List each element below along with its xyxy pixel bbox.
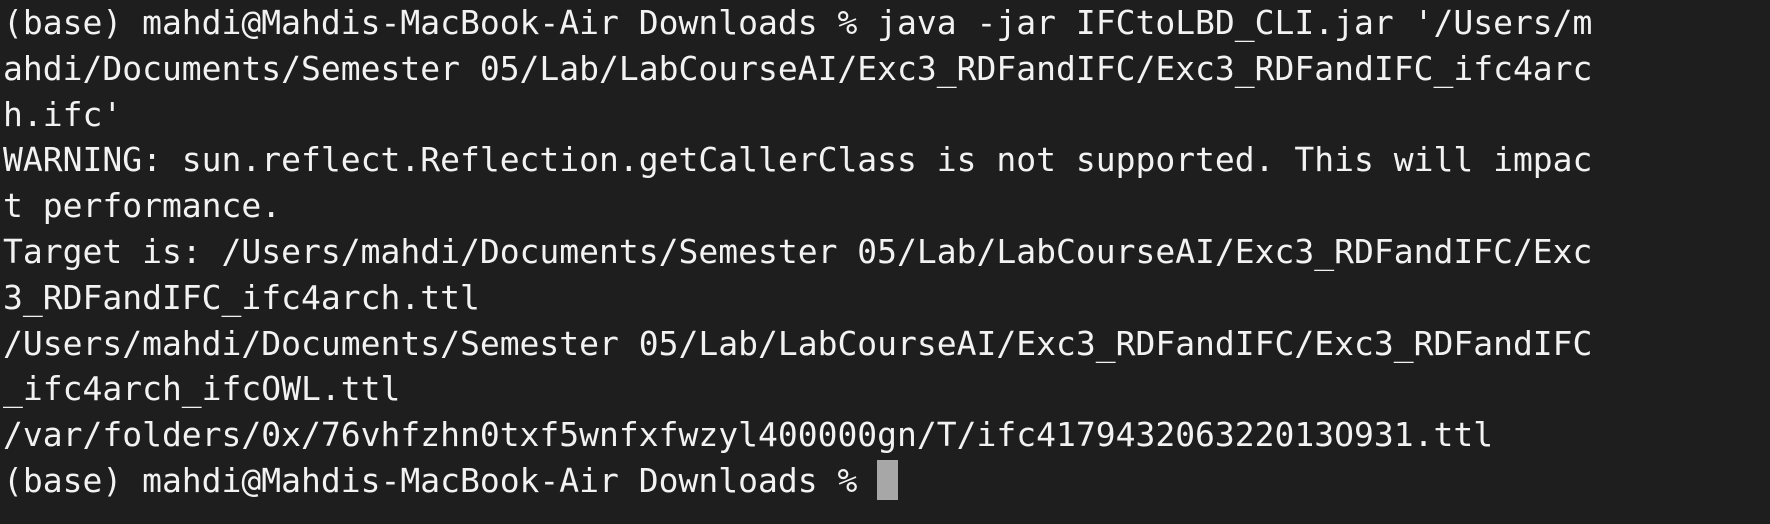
shell-prompt: (base) mahdi@Mahdis-MacBook-Air Download… xyxy=(3,460,878,500)
terminal-line: ahdi/Documents/Semester 05/Lab/LabCourse… xyxy=(3,48,1593,88)
terminal-line: WARNING: sun.reflect.Reflection.getCalle… xyxy=(3,140,1593,180)
terminal-line: (base) mahdi@Mahdis-MacBook-Air Download… xyxy=(3,3,1593,42)
terminal-line: 3_RDFandIFC_ifc4arch.ttl xyxy=(3,277,480,317)
text-cursor[interactable] xyxy=(877,459,899,500)
terminal-output[interactable]: (base) mahdi@Mahdis-MacBook-Air Download… xyxy=(0,0,1770,524)
terminal-line: /var/folders/0x/76vhfzhn0txf5wnfxfwzyl40… xyxy=(3,415,1494,455)
terminal-line: t performance. xyxy=(3,186,282,226)
terminal-prompt-line[interactable]: (base) mahdi@Mahdis-MacBook-Air Download… xyxy=(3,458,1770,504)
terminal-line: _ifc4arch_ifcOWL.ttl xyxy=(3,369,401,409)
terminal-line: Target is: /Users/mahdi/Documents/Semest… xyxy=(3,231,1593,271)
terminal-line: /Users/mahdi/Documents/Semester 05/Lab/L… xyxy=(3,323,1593,363)
terminal-line: h.ifc' xyxy=(3,94,123,134)
